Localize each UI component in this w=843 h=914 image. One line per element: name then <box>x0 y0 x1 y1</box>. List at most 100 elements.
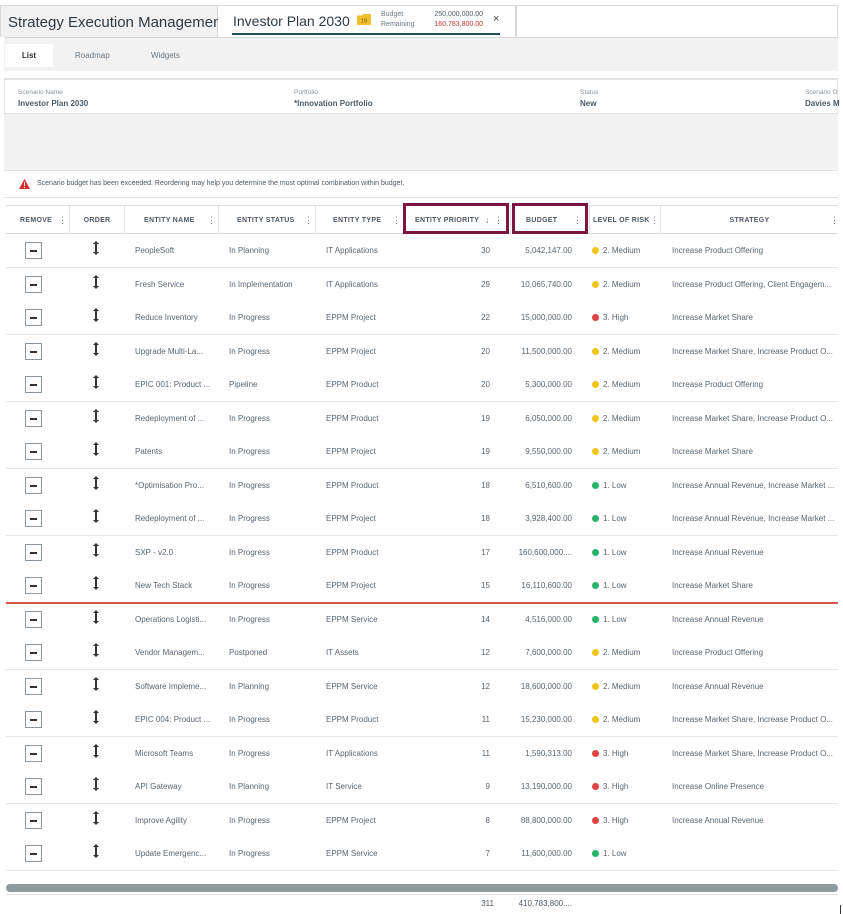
table-row[interactable]: Reduce Inventory In Progress EPPM Projec… <box>6 301 838 335</box>
tab-widgets[interactable]: Widgets <box>147 44 184 67</box>
table-row[interactable]: Upgrade Multi-La... In Progress EPPM Pro… <box>6 335 838 369</box>
reorder-handle-icon[interactable] <box>92 509 100 523</box>
entity-name[interactable]: New Tech Stack <box>135 569 215 602</box>
table-row[interactable]: API Gateway In Planning IT Service 9 13,… <box>6 770 838 804</box>
reorder-handle-icon[interactable] <box>92 643 100 657</box>
reorder-handle-icon[interactable] <box>92 442 100 456</box>
remove-button[interactable] <box>25 376 42 393</box>
column-menu-icon[interactable]: ⋮ <box>650 206 659 235</box>
col-remove[interactable]: REMOVE ⋮ <box>6 206 70 235</box>
remove-button[interactable] <box>25 544 42 561</box>
remove-button[interactable] <box>25 644 42 661</box>
entity-name[interactable]: *Optimisation Pro... <box>135 469 215 502</box>
reorder-handle-icon[interactable] <box>92 677 100 691</box>
remove-button[interactable] <box>25 577 42 594</box>
remove-button[interactable] <box>25 812 42 829</box>
remove-button[interactable] <box>25 309 42 326</box>
column-menu-icon[interactable]: ⋮ <box>830 206 839 235</box>
entity-name[interactable]: API Gateway <box>135 770 215 803</box>
remove-button[interactable] <box>25 711 42 728</box>
reorder-handle-icon[interactable] <box>92 375 100 389</box>
close-icon[interactable]: × <box>493 13 499 25</box>
entity-name[interactable]: Patents <box>135 435 215 468</box>
table-row[interactable]: EPIC 004: Product ... In Progress EPPM P… <box>6 703 838 737</box>
entity-name[interactable]: Operations Logisti... <box>135 603 215 636</box>
reorder-handle-icon[interactable] <box>92 308 100 322</box>
reorder-handle-icon[interactable] <box>92 409 100 423</box>
column-menu-icon[interactable]: ⋮ <box>58 206 67 235</box>
table-row[interactable]: New Tech Stack In Progress EPPM Project … <box>6 569 838 603</box>
remove-button[interactable] <box>25 678 42 695</box>
reorder-handle-icon[interactable] <box>92 710 100 724</box>
entity-name[interactable]: Microsoft Teams <box>135 737 215 770</box>
table-row[interactable]: *Optimisation Pro... In Progress EPPM Pr… <box>6 469 838 503</box>
column-menu-icon[interactable]: ⋮ <box>392 206 401 235</box>
table-row[interactable]: Update Emergenc... In Progress EPPM Serv… <box>6 837 838 871</box>
reorder-handle-icon[interactable] <box>92 811 100 825</box>
col-entity-status[interactable]: ENTITY STATUS ⋮ <box>219 206 316 235</box>
table-row[interactable]: Redeployment of ... In Progress EPPM Pro… <box>6 502 838 536</box>
remove-button[interactable] <box>25 276 42 293</box>
col-entity-type[interactable]: ENTITY TYPE ⋮ <box>316 206 404 235</box>
remove-button[interactable] <box>25 845 42 862</box>
horizontal-scrollbar[interactable] <box>6 884 838 892</box>
entity-name[interactable]: Vendor Managem... <box>135 636 215 669</box>
table-row[interactable]: Redeployment of ... In Progress EPPM Pro… <box>6 402 838 436</box>
col-entity-name[interactable]: ENTITY NAME ⋮ <box>125 206 219 235</box>
col-strategy[interactable]: STRATEGY ⋮ <box>661 206 840 235</box>
app-title: Strategy Execution Management <box>8 14 226 31</box>
remove-button[interactable] <box>25 410 42 427</box>
reorder-handle-icon[interactable] <box>92 610 100 624</box>
table-row[interactable]: SXP - v2.0 In Progress EPPM Product 17 1… <box>6 536 838 570</box>
table-row[interactable]: Microsoft Teams In Progress IT Applicati… <box>6 737 838 771</box>
plan-tab[interactable]: Investor Plan 2030 19 Budget 250,000,000… <box>218 5 516 37</box>
entity-name[interactable]: Software Impleme... <box>135 670 215 703</box>
entity-name[interactable]: SXP - v2.0 <box>135 536 215 569</box>
reorder-handle-icon[interactable] <box>92 241 100 255</box>
column-menu-icon[interactable]: ⋮ <box>304 206 313 235</box>
reorder-handle-icon[interactable] <box>92 342 100 356</box>
entity-name[interactable]: EPIC 004: Product ... <box>135 703 215 736</box>
col-level-of-risk[interactable]: LEVEL OF RISK ⋮ <box>590 206 661 235</box>
reorder-handle-icon[interactable] <box>92 844 100 858</box>
remove-button[interactable] <box>25 343 42 360</box>
remove-button[interactable] <box>25 443 42 460</box>
reorder-handle-icon[interactable] <box>92 476 100 490</box>
table-row[interactable]: Improve Agility In Progress EPPM Project… <box>6 804 838 838</box>
remove-button[interactable] <box>25 611 42 628</box>
reorder-handle-icon[interactable] <box>92 543 100 557</box>
table-row[interactable]: PeopleSoft In Planning IT Applications 3… <box>6 234 838 268</box>
reorder-handle-icon[interactable] <box>92 275 100 289</box>
entity-name[interactable]: Redeployment of ... <box>135 502 215 535</box>
table-row[interactable]: Patents In Progress EPPM Project 19 9,55… <box>6 435 838 469</box>
entity-name[interactable]: EPIC 001: Product ... <box>135 368 215 401</box>
entity-name[interactable]: PeopleSoft <box>135 234 215 267</box>
entity-name[interactable]: Reduce Inventory <box>135 301 215 334</box>
tab-roadmap[interactable]: Roadmap <box>71 44 114 67</box>
reorder-handle-icon[interactable] <box>92 744 100 758</box>
entity-name[interactable]: Improve Agility <box>135 804 215 837</box>
entity-name[interactable]: Fresh Service <box>135 268 215 301</box>
remove-button[interactable] <box>25 242 42 259</box>
table-row[interactable]: EPIC 001: Product ... Pipeline EPPM Prod… <box>6 368 838 402</box>
col-order[interactable]: ORDER <box>70 206 125 235</box>
app-tab[interactable]: Strategy Execution Management <box>0 5 226 37</box>
entity-name[interactable]: Update Emergenc... <box>135 837 215 870</box>
entity-name[interactable]: Redeployment of ... <box>135 402 215 435</box>
column-menu-icon[interactable]: ⋮ <box>207 206 216 235</box>
folder-icon[interactable]: 19 <box>357 14 371 25</box>
table-row[interactable]: Software Impleme... In Planning EPPM Ser… <box>6 670 838 704</box>
remove-button[interactable] <box>25 778 42 795</box>
remove-button[interactable] <box>25 745 42 762</box>
table-row[interactable]: Fresh Service In Implementation IT Appli… <box>6 268 838 302</box>
reorder-handle-icon[interactable] <box>92 576 100 590</box>
risk-indicator-icon <box>592 582 599 589</box>
reorder-handle-icon[interactable] <box>92 777 100 791</box>
remove-button[interactable] <box>25 477 42 494</box>
entity-name[interactable]: Upgrade Multi-La... <box>135 335 215 368</box>
remove-button[interactable] <box>25 510 42 527</box>
top-bar: Strategy Execution Management Investor P… <box>0 0 843 37</box>
tab-list[interactable]: List <box>5 44 53 67</box>
table-row[interactable]: Operations Logisti... In Progress EPPM S… <box>6 603 838 637</box>
table-row[interactable]: Vendor Managem... Postponed IT Assets 12… <box>6 636 838 670</box>
